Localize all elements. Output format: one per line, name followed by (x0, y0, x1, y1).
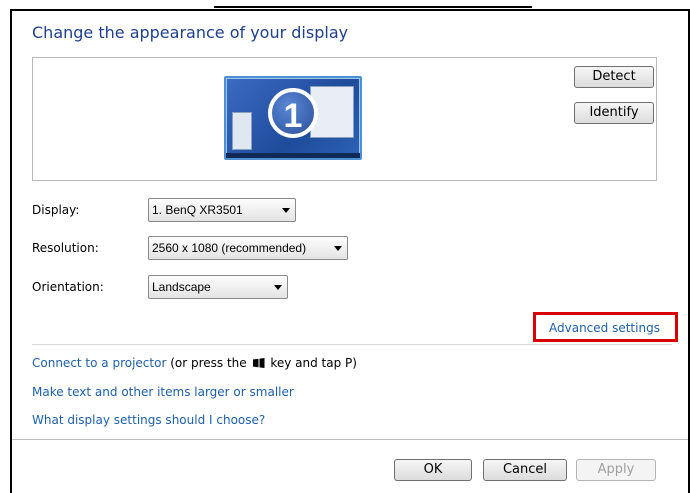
monitor-1-icon[interactable]: 1 (224, 76, 362, 160)
projector-hint-before: (or press the (170, 356, 247, 370)
top-bar (214, 0, 532, 8)
monitor-number: 1 (268, 88, 318, 138)
cancel-button[interactable]: Cancel (483, 459, 567, 481)
detect-button[interactable]: Detect (574, 66, 654, 88)
projector-line: Connect to a projector (or press the key… (32, 356, 357, 370)
ok-button[interactable]: OK (394, 459, 472, 481)
display-select[interactable]: 1. BenQ XR3501 (148, 198, 296, 222)
display-settings-window: Change the appearance of your display 1 … (10, 9, 690, 493)
resolution-select[interactable]: 2560 x 1080 (recommended) (148, 236, 348, 260)
display-label: Display: (32, 203, 80, 217)
page-title: Change the appearance of your display (32, 23, 349, 42)
help-link[interactable]: What display settings should I choose? (32, 413, 265, 427)
chevron-down-icon (334, 246, 342, 251)
connect-projector-link[interactable]: Connect to a projector (32, 356, 166, 370)
text-size-link[interactable]: Make text and other items larger or smal… (32, 385, 294, 399)
chevron-down-icon (274, 285, 282, 290)
chevron-down-icon (282, 208, 290, 213)
advanced-settings-link[interactable]: Advanced settings (549, 321, 660, 335)
identify-button[interactable]: Identify (574, 102, 654, 124)
apply-button[interactable]: Apply (576, 459, 656, 481)
orientation-select[interactable]: Landscape (148, 275, 288, 299)
mini-taskbar (226, 153, 360, 158)
orientation-select-value: Landscape (152, 280, 211, 294)
resolution-select-value: 2560 x 1080 (recommended) (152, 241, 307, 255)
display-select-value: 1. BenQ XR3501 (152, 203, 243, 217)
resolution-label: Resolution: (32, 241, 99, 255)
footer-divider (12, 439, 688, 440)
mini-window-icon (232, 112, 252, 150)
orientation-label: Orientation: (32, 280, 104, 294)
windows-logo-icon (252, 358, 265, 368)
display-preview-panel: 1 Detect Identify (32, 57, 657, 181)
projector-hint-after: key and tap P) (270, 356, 357, 370)
divider (32, 344, 672, 345)
